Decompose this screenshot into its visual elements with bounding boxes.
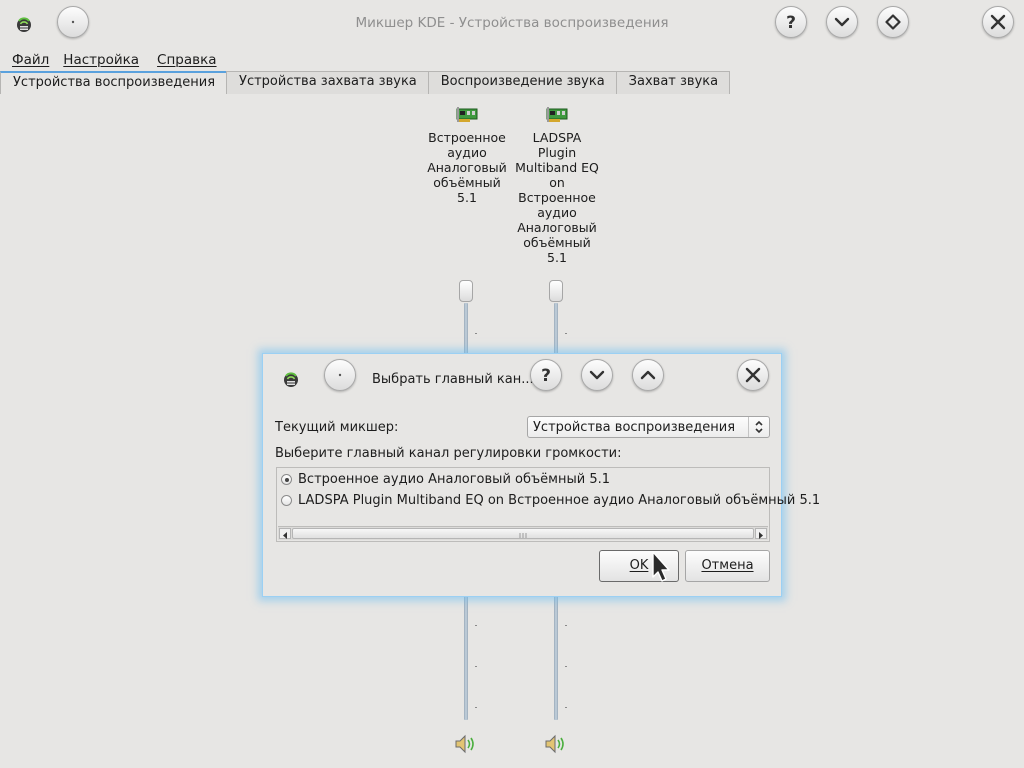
cancel-button[interactable]: Отмена [685,550,770,582]
tab-bar: Устройства воспроизведения Устройства за… [0,71,731,94]
dialog-title: Выбрать главный кан... [372,372,534,387]
device-strip-ladspa: LADSPA Plugin Multiband EQ on Встроенное… [512,106,602,265]
slider-tick [565,625,567,626]
slider-tick [475,666,477,667]
tab-playback-streams[interactable]: Воспроизведение звука [427,71,617,94]
main-title-bar: Микшер KDE - Устройства воспроизведения … [0,0,1024,48]
current-mixer-select[interactable]: Устройства воспроизведения [527,416,770,438]
question-icon: ? [539,366,553,384]
menu-file[interactable]: Файл [0,50,57,70]
slider-tick [565,707,567,708]
chevron-down-icon [589,370,605,380]
device-name: LADSPA Plugin Multiband EQ on Встроенное… [515,130,599,265]
current-mixer-value: Устройства воспроизведения [533,420,736,435]
horizontal-scrollbar[interactable] [278,526,768,540]
tab-playback-devices[interactable]: Устройства воспроизведения [0,71,228,94]
current-mixer-label: Текущий микшер: [275,420,399,435]
slider-tick [565,666,567,667]
menu-settings[interactable]: Настройка [57,50,147,70]
choose-master-label: Выберите главный канал регулировки громк… [275,446,622,461]
updown-arrows-icon [748,417,769,437]
scrollbar-thumb[interactable] [292,528,754,539]
master-channel-option[interactable]: LADSPA Plugin Multiband EQ on Встроенное… [281,493,820,508]
slider-tick [475,625,477,626]
chevron-down-icon [834,17,850,27]
speaker-volume-icon[interactable] [544,733,568,755]
svg-text:?: ? [786,13,796,31]
menu-bar: Файл Настройка Справка [0,50,225,70]
sound-card-icon [456,106,478,124]
dialog-maximize-button[interactable] [632,359,664,391]
menu-help[interactable]: Справка [147,50,224,70]
device-strip-builtin-analog: Встроенное аудио Аналоговый объёмный 5.1 [422,106,512,205]
device-name: Встроенное аудио Аналоговый объёмный 5.1 [427,130,507,205]
volume-slider-handle[interactable] [459,280,473,302]
diamond-icon [885,14,901,30]
speaker-volume-icon[interactable] [454,733,478,755]
svg-text:?: ? [541,366,551,384]
dialog-help-button[interactable]: ? [530,359,562,391]
scroll-left-icon[interactable] [279,528,291,539]
question-icon: ? [784,13,798,31]
master-channel-list: Встроенное аудио Аналоговый объёмный 5.1… [276,467,820,542]
volume-slider-handle[interactable] [549,280,563,302]
radio-button-unchecked[interactable] [281,495,292,506]
tab-capture-streams[interactable]: Захват звука [615,71,731,94]
select-master-channel-dialog: Выбрать главный кан... ? Текущий микшер:… [262,353,820,597]
minimize-button[interactable] [826,6,858,38]
close-icon [990,14,1006,30]
dialog-minimize-button[interactable] [581,359,613,391]
tab-capture-devices[interactable]: Устройства захвата звука [226,71,429,94]
scroll-right-icon[interactable] [755,528,767,539]
slider-tick [475,707,477,708]
maximize-button[interactable] [877,6,909,38]
sound-card-icon [546,106,568,124]
window-title: Микшер KDE - Устройства воспроизведения [355,15,669,31]
mouse-cursor-icon [649,550,675,586]
slider-tick [565,333,567,334]
master-channel-option[interactable]: Встроенное аудио Аналоговый объёмный 5.1 [281,472,610,487]
kmix-app-icon [282,370,300,392]
radio-button-checked[interactable] [281,474,292,485]
chevron-up-icon [640,370,656,380]
slider-tick [475,333,477,334]
dot-icon [338,373,342,377]
dialog-close-button[interactable] [737,359,769,391]
dialog-window-menu-button[interactable] [324,359,356,391]
help-button[interactable]: ? [775,6,807,38]
close-icon [745,367,761,383]
close-button[interactable] [982,6,1014,38]
